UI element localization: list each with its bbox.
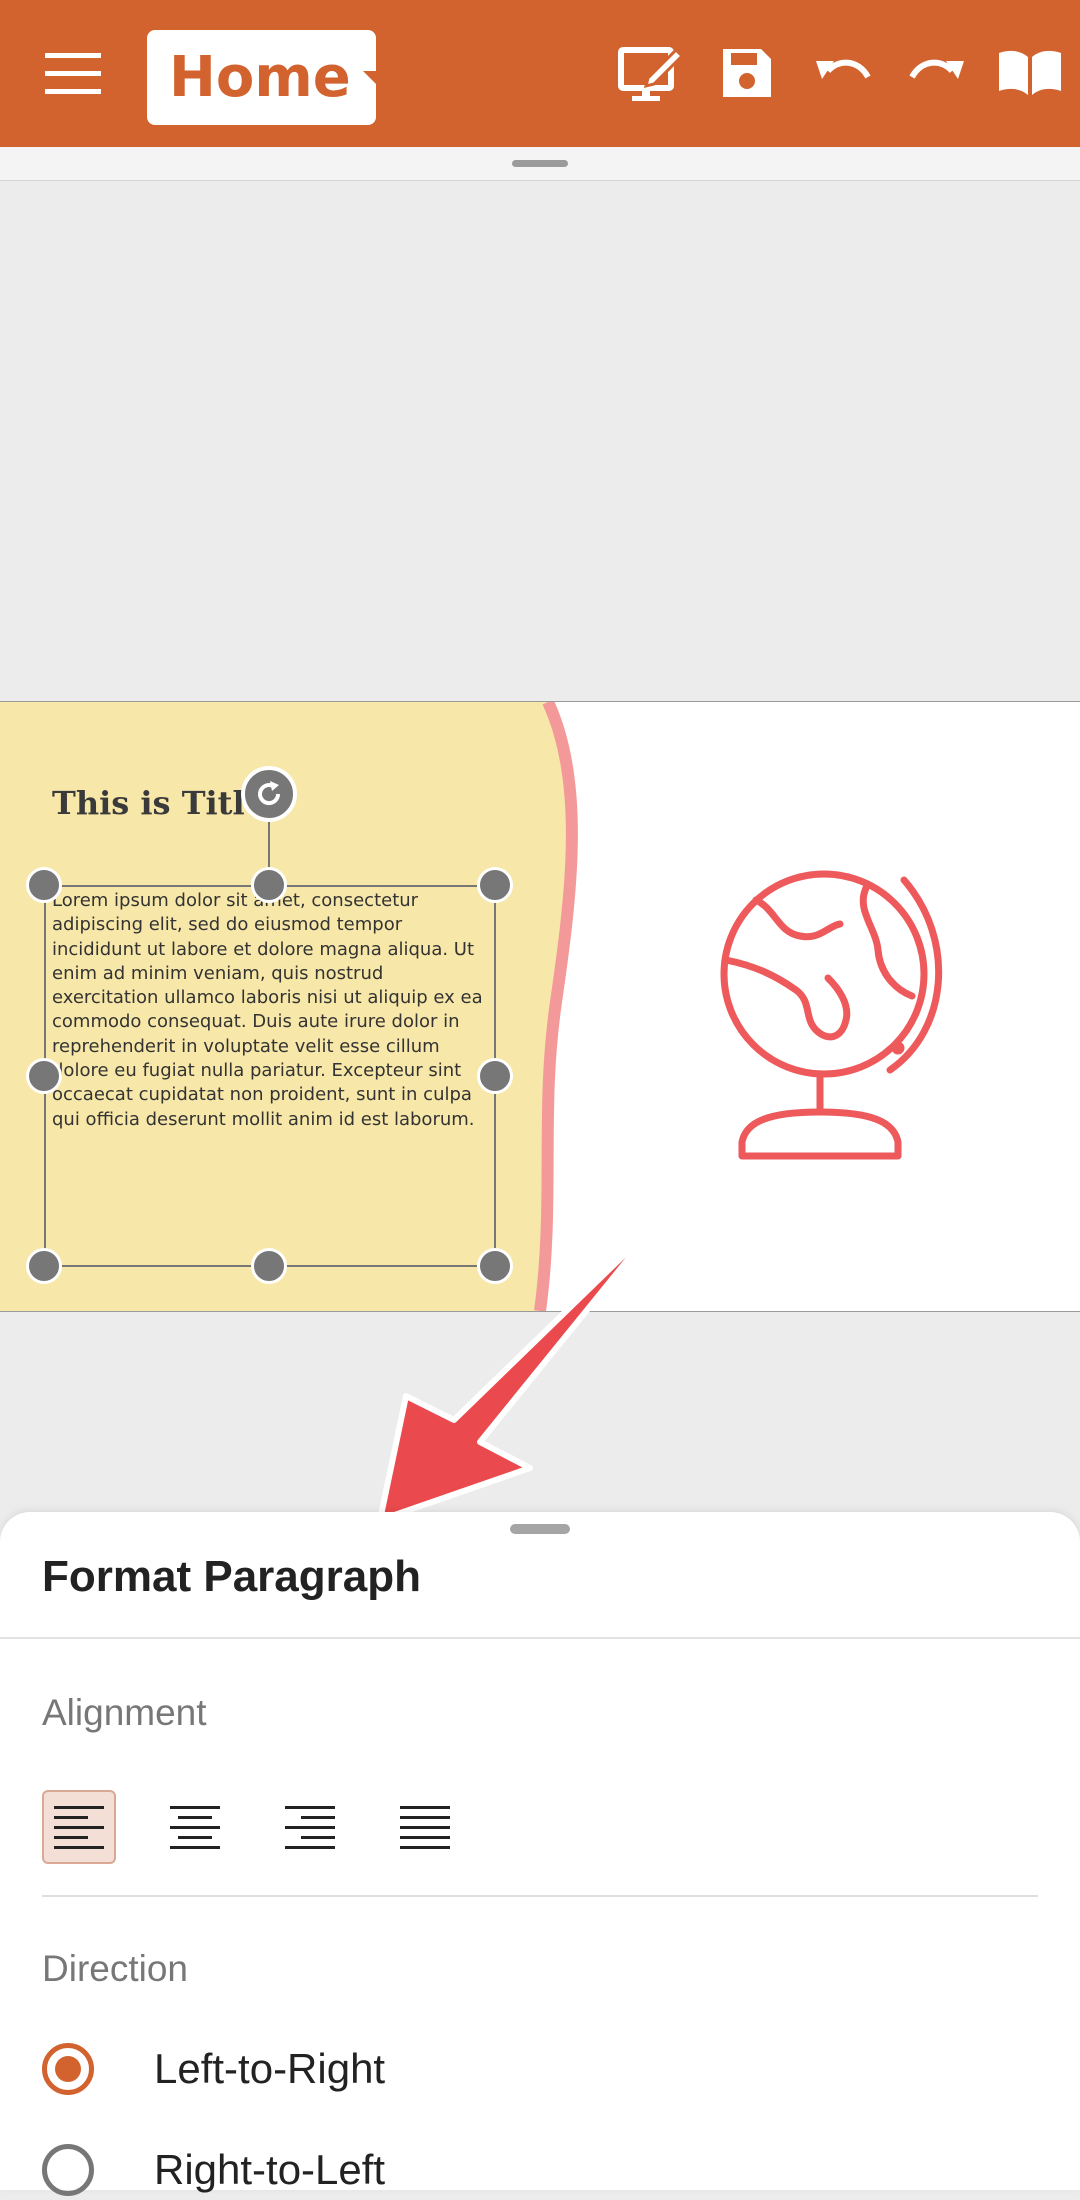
align-justify-icon: [400, 1806, 450, 1849]
direction-option-label: Right-to-Left: [154, 2146, 386, 2193]
resize-handle-right[interactable]: [477, 1058, 513, 1094]
resize-handle-top-right[interactable]: [477, 867, 513, 903]
top-toolbar: Home: [0, 0, 1080, 147]
redo-icon[interactable]: [902, 38, 972, 108]
direction-option-rtl[interactable]: Right-to-Left: [42, 2140, 385, 2200]
undo-icon[interactable]: [808, 38, 878, 108]
direction-label: Direction: [42, 1948, 188, 1989]
home-tab-dropdown[interactable]: Home: [147, 30, 391, 125]
resize-handle-bottom-left[interactable]: [26, 1248, 62, 1284]
present-edit-icon[interactable]: [617, 38, 687, 108]
align-left-button[interactable]: [42, 1790, 116, 1864]
sheet-drag-handle[interactable]: [510, 1524, 570, 1534]
slide-title[interactable]: This is Title: [52, 784, 265, 822]
pointer-arrow-annotation: [377, 1220, 663, 1523]
chevron-down-icon: [362, 70, 391, 85]
read-mode-icon[interactable]: [995, 38, 1065, 108]
ribbon-collapsed-strip[interactable]: [0, 147, 1080, 181]
rotate-handle[interactable]: [241, 766, 297, 822]
home-tab-label: Home: [169, 45, 351, 110]
align-center-button[interactable]: [158, 1790, 232, 1864]
align-center-icon: [170, 1806, 220, 1849]
align-left-icon: [54, 1806, 104, 1849]
text-selection-box[interactable]: [44, 885, 496, 1267]
resize-handle-bottom[interactable]: [251, 1248, 287, 1284]
radio-selected-icon[interactable]: [42, 2043, 94, 2095]
sheet-divider: [0, 1637, 1080, 1639]
direction-option-ltr[interactable]: Left-to-Right: [42, 2039, 385, 2099]
direction-option-label: Left-to-Right: [154, 2045, 386, 2092]
radio-unselected-icon[interactable]: [42, 2144, 94, 2196]
resize-handle-top[interactable]: [251, 867, 287, 903]
section-divider: [42, 1895, 1038, 1897]
alignment-label: Alignment: [42, 1692, 207, 1733]
rotate-icon: [258, 781, 281, 806]
align-right-icon: [285, 1806, 335, 1849]
resize-handle-top-left[interactable]: [26, 867, 62, 903]
align-justify-button[interactable]: [388, 1790, 462, 1864]
ribbon-drag-handle[interactable]: [512, 160, 568, 167]
save-icon[interactable]: [712, 38, 782, 108]
resize-handle-left[interactable]: [26, 1058, 62, 1094]
menu-icon[interactable]: [38, 38, 108, 108]
align-right-button[interactable]: [273, 1790, 347, 1864]
sheet-title: Format Paragraph: [42, 1552, 421, 1601]
globe-icon[interactable]: [716, 870, 956, 1170]
format-paragraph-sheet: Format Paragraph Alignment Direction Lef…: [0, 1512, 1080, 2196]
